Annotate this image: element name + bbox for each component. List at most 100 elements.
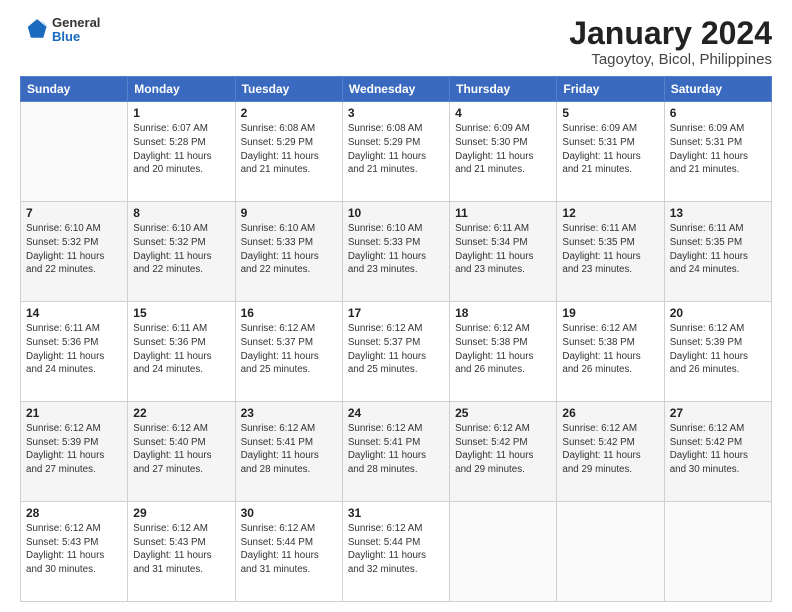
calendar-cell: 26Sunrise: 6:12 AM Sunset: 5:42 PM Dayli…: [557, 402, 664, 502]
calendar-cell: 23 Sunrise: 6:12 AM Sunset: 5:41 PM Dayli…: [235, 402, 342, 502]
calendar-cell: 28 Sunrise: 6:12 AM Sunset: 5:43 PM Dayli…: [21, 502, 128, 602]
calendar-cell: 20 Sunrise: 6:12 AM Sunset: 5:39 PM Dayli…: [664, 302, 771, 402]
day-info: Sunrise: 6:12 AM Sunset: 5:42 PM Dayligh…: [455, 422, 551, 477]
logo-general: General: [52, 16, 100, 30]
logo: General Blue: [20, 16, 100, 45]
weekday-header-tuesday: Tuesday: [235, 77, 342, 102]
calendar-cell: 15 Sunrise: 6:11 AM Sunset: 5:36 PM Dayli…: [128, 302, 235, 402]
day-info: Sunrise: 6:12 AM Sunset: 5:44 PM Dayligh…: [348, 522, 444, 577]
calendar-cell: 21 Sunrise: 6:12 AM Sunset: 5:39 PM Dayli…: [21, 402, 128, 502]
day-info: Sunrise: 6:11 AM Sunset: 5:36 PM Dayligh…: [26, 322, 122, 377]
day-info: Sunrise: 6:12 AM Sunset: 5:37 PM Dayligh…: [348, 322, 444, 377]
day-number: 30: [241, 506, 337, 520]
day-info: Sunrise: 6:12 AM Sunset: 5:37 PM Dayligh…: [241, 322, 337, 377]
day-number: 10: [348, 206, 444, 220]
day-info: Sunrise: 6:10 AM Sunset: 5:32 PM Dayligh…: [133, 222, 229, 277]
day-info: Sunrise: 6:12 AM Sunset: 5:39 PM Dayligh…: [670, 322, 766, 377]
day-number: 15: [133, 306, 229, 320]
calendar-table: SundayMondayTuesdayWednesdayThursdayFrid…: [20, 76, 772, 602]
calendar-cell: 9Sunrise: 6:10 AM Sunset: 5:33 PM Daylig…: [235, 202, 342, 302]
calendar-cell: 13 Sunrise: 6:11 AM Sunset: 5:35 PM Dayli…: [664, 202, 771, 302]
day-number: 2: [241, 106, 337, 120]
calendar-cell: 22 Sunrise: 6:12 AM Sunset: 5:40 PM Dayli…: [128, 402, 235, 502]
day-info: Sunrise: 6:10 AM Sunset: 5:32 PM Dayligh…: [26, 222, 122, 277]
logo-icon: [20, 16, 48, 44]
day-number: 6: [670, 106, 766, 120]
calendar-cell: 1 Sunrise: 6:07 AM Sunset: 5:28 PM Daylig…: [128, 102, 235, 202]
weekday-header-sunday: Sunday: [21, 77, 128, 102]
day-info: Sunrise: 6:08 AM Sunset: 5:29 PM Dayligh…: [348, 122, 444, 177]
weekday-header-monday: Monday: [128, 77, 235, 102]
day-info: Sunrise: 6:07 AM Sunset: 5:28 PM Dayligh…: [133, 122, 229, 177]
day-info: Sunrise: 6:12 AM Sunset: 5:38 PM Dayligh…: [455, 322, 551, 377]
day-number: 12: [562, 206, 658, 220]
calendar-cell: 12 Sunrise: 6:11 AM Sunset: 5:35 PM Dayli…: [557, 202, 664, 302]
day-number: 25: [455, 406, 551, 420]
day-number: 16: [241, 306, 337, 320]
day-number: 27: [670, 406, 766, 420]
day-number: 20: [670, 306, 766, 320]
calendar-cell: 3 Sunrise: 6:08 AM Sunset: 5:29 PM Daylig…: [342, 102, 449, 202]
day-info: Sunrise: 6:12 AM Sunset: 5:42 PM Dayligh…: [670, 422, 766, 477]
calendar-cell: 5 Sunrise: 6:09 AM Sunset: 5:31 PM Daylig…: [557, 102, 664, 202]
calendar-cell: 7 Sunrise: 6:10 AM Sunset: 5:32 PM Daylig…: [21, 202, 128, 302]
day-info: Sunrise: 6:12 AM Sunset: 5:43 PM Dayligh…: [133, 522, 229, 577]
day-info: Sunrise: 6:08 AM Sunset: 5:29 PM Dayligh…: [241, 122, 337, 177]
day-info: Sunrise: 6:12 AM Sunset: 5:41 PM Dayligh…: [241, 422, 337, 477]
day-number: 5: [562, 106, 658, 120]
weekday-header-saturday: Saturday: [664, 77, 771, 102]
day-number: 1: [133, 106, 229, 120]
day-info: Sunrise: 6:11 AM Sunset: 5:35 PM Dayligh…: [670, 222, 766, 277]
calendar-cell: [450, 502, 557, 602]
day-info: Sunrise: 6:11 AM Sunset: 5:34 PM Dayligh…: [455, 222, 551, 277]
calendar-cell: [21, 102, 128, 202]
day-info: Sunrise: 6:09 AM Sunset: 5:31 PM Dayligh…: [670, 122, 766, 177]
day-number: 4: [455, 106, 551, 120]
day-info: Sunrise: 6:12 AM Sunset: 5:40 PM Dayligh…: [133, 422, 229, 477]
day-number: 31: [348, 506, 444, 520]
day-info: Sunrise: 6:12 AM Sunset: 5:43 PM Dayligh…: [26, 522, 122, 577]
calendar-cell: 10 Sunrise: 6:10 AM Sunset: 5:33 PM Dayli…: [342, 202, 449, 302]
calendar-cell: 8 Sunrise: 6:10 AM Sunset: 5:32 PM Daylig…: [128, 202, 235, 302]
logo-text: General Blue: [52, 16, 100, 45]
day-info: Sunrise: 6:12 AM Sunset: 5:38 PM Dayligh…: [562, 322, 658, 377]
day-number: 8: [133, 206, 229, 220]
day-number: 14: [26, 306, 122, 320]
calendar-subtitle: Tagoytoy, Bicol, Philippines: [569, 51, 772, 68]
day-number: 9: [241, 206, 337, 220]
day-info: Sunrise: 6:09 AM Sunset: 5:30 PM Dayligh…: [455, 122, 551, 177]
calendar-cell: 2 Sunrise: 6:08 AM Sunset: 5:29 PM Daylig…: [235, 102, 342, 202]
weekday-header-thursday: Thursday: [450, 77, 557, 102]
calendar-cell: 29 Sunrise: 6:12 AM Sunset: 5:43 PM Dayli…: [128, 502, 235, 602]
day-info: Sunrise: 6:10 AM Sunset: 5:33 PM Dayligh…: [348, 222, 444, 277]
day-info: Sunrise: 6:11 AM Sunset: 5:36 PM Dayligh…: [133, 322, 229, 377]
day-number: 13: [670, 206, 766, 220]
day-number: 21: [26, 406, 122, 420]
calendar-cell: 31 Sunrise: 6:12 AM Sunset: 5:44 PM Dayli…: [342, 502, 449, 602]
calendar-cell: 24Sunrise: 6:12 AM Sunset: 5:41 PM Dayli…: [342, 402, 449, 502]
day-number: 29: [133, 506, 229, 520]
day-number: 28: [26, 506, 122, 520]
day-number: 22: [133, 406, 229, 420]
day-info: Sunrise: 6:11 AM Sunset: 5:35 PM Dayligh…: [562, 222, 658, 277]
calendar-cell: 30Sunrise: 6:12 AM Sunset: 5:44 PM Dayli…: [235, 502, 342, 602]
day-number: 3: [348, 106, 444, 120]
calendar-cell: 18Sunrise: 6:12 AM Sunset: 5:38 PM Dayli…: [450, 302, 557, 402]
day-number: 24: [348, 406, 444, 420]
day-number: 23: [241, 406, 337, 420]
calendar-cell: [664, 502, 771, 602]
calendar-cell: 17Sunrise: 6:12 AM Sunset: 5:37 PM Dayli…: [342, 302, 449, 402]
day-number: 11: [455, 206, 551, 220]
calendar-cell: 4 Sunrise: 6:09 AM Sunset: 5:30 PM Daylig…: [450, 102, 557, 202]
calendar-cell: 25 Sunrise: 6:12 AM Sunset: 5:42 PM Dayli…: [450, 402, 557, 502]
calendar-title: January 2024: [569, 16, 772, 51]
day-number: 7: [26, 206, 122, 220]
weekday-header-friday: Friday: [557, 77, 664, 102]
day-info: Sunrise: 6:12 AM Sunset: 5:39 PM Dayligh…: [26, 422, 122, 477]
calendar-cell: [557, 502, 664, 602]
calendar-cell: 6 Sunrise: 6:09 AM Sunset: 5:31 PM Daylig…: [664, 102, 771, 202]
calendar-cell: 19Sunrise: 6:12 AM Sunset: 5:38 PM Dayli…: [557, 302, 664, 402]
day-info: Sunrise: 6:09 AM Sunset: 5:31 PM Dayligh…: [562, 122, 658, 177]
logo-blue: Blue: [52, 30, 100, 44]
page-header: General Blue January 2024 Tagoytoy, Bico…: [20, 16, 772, 68]
